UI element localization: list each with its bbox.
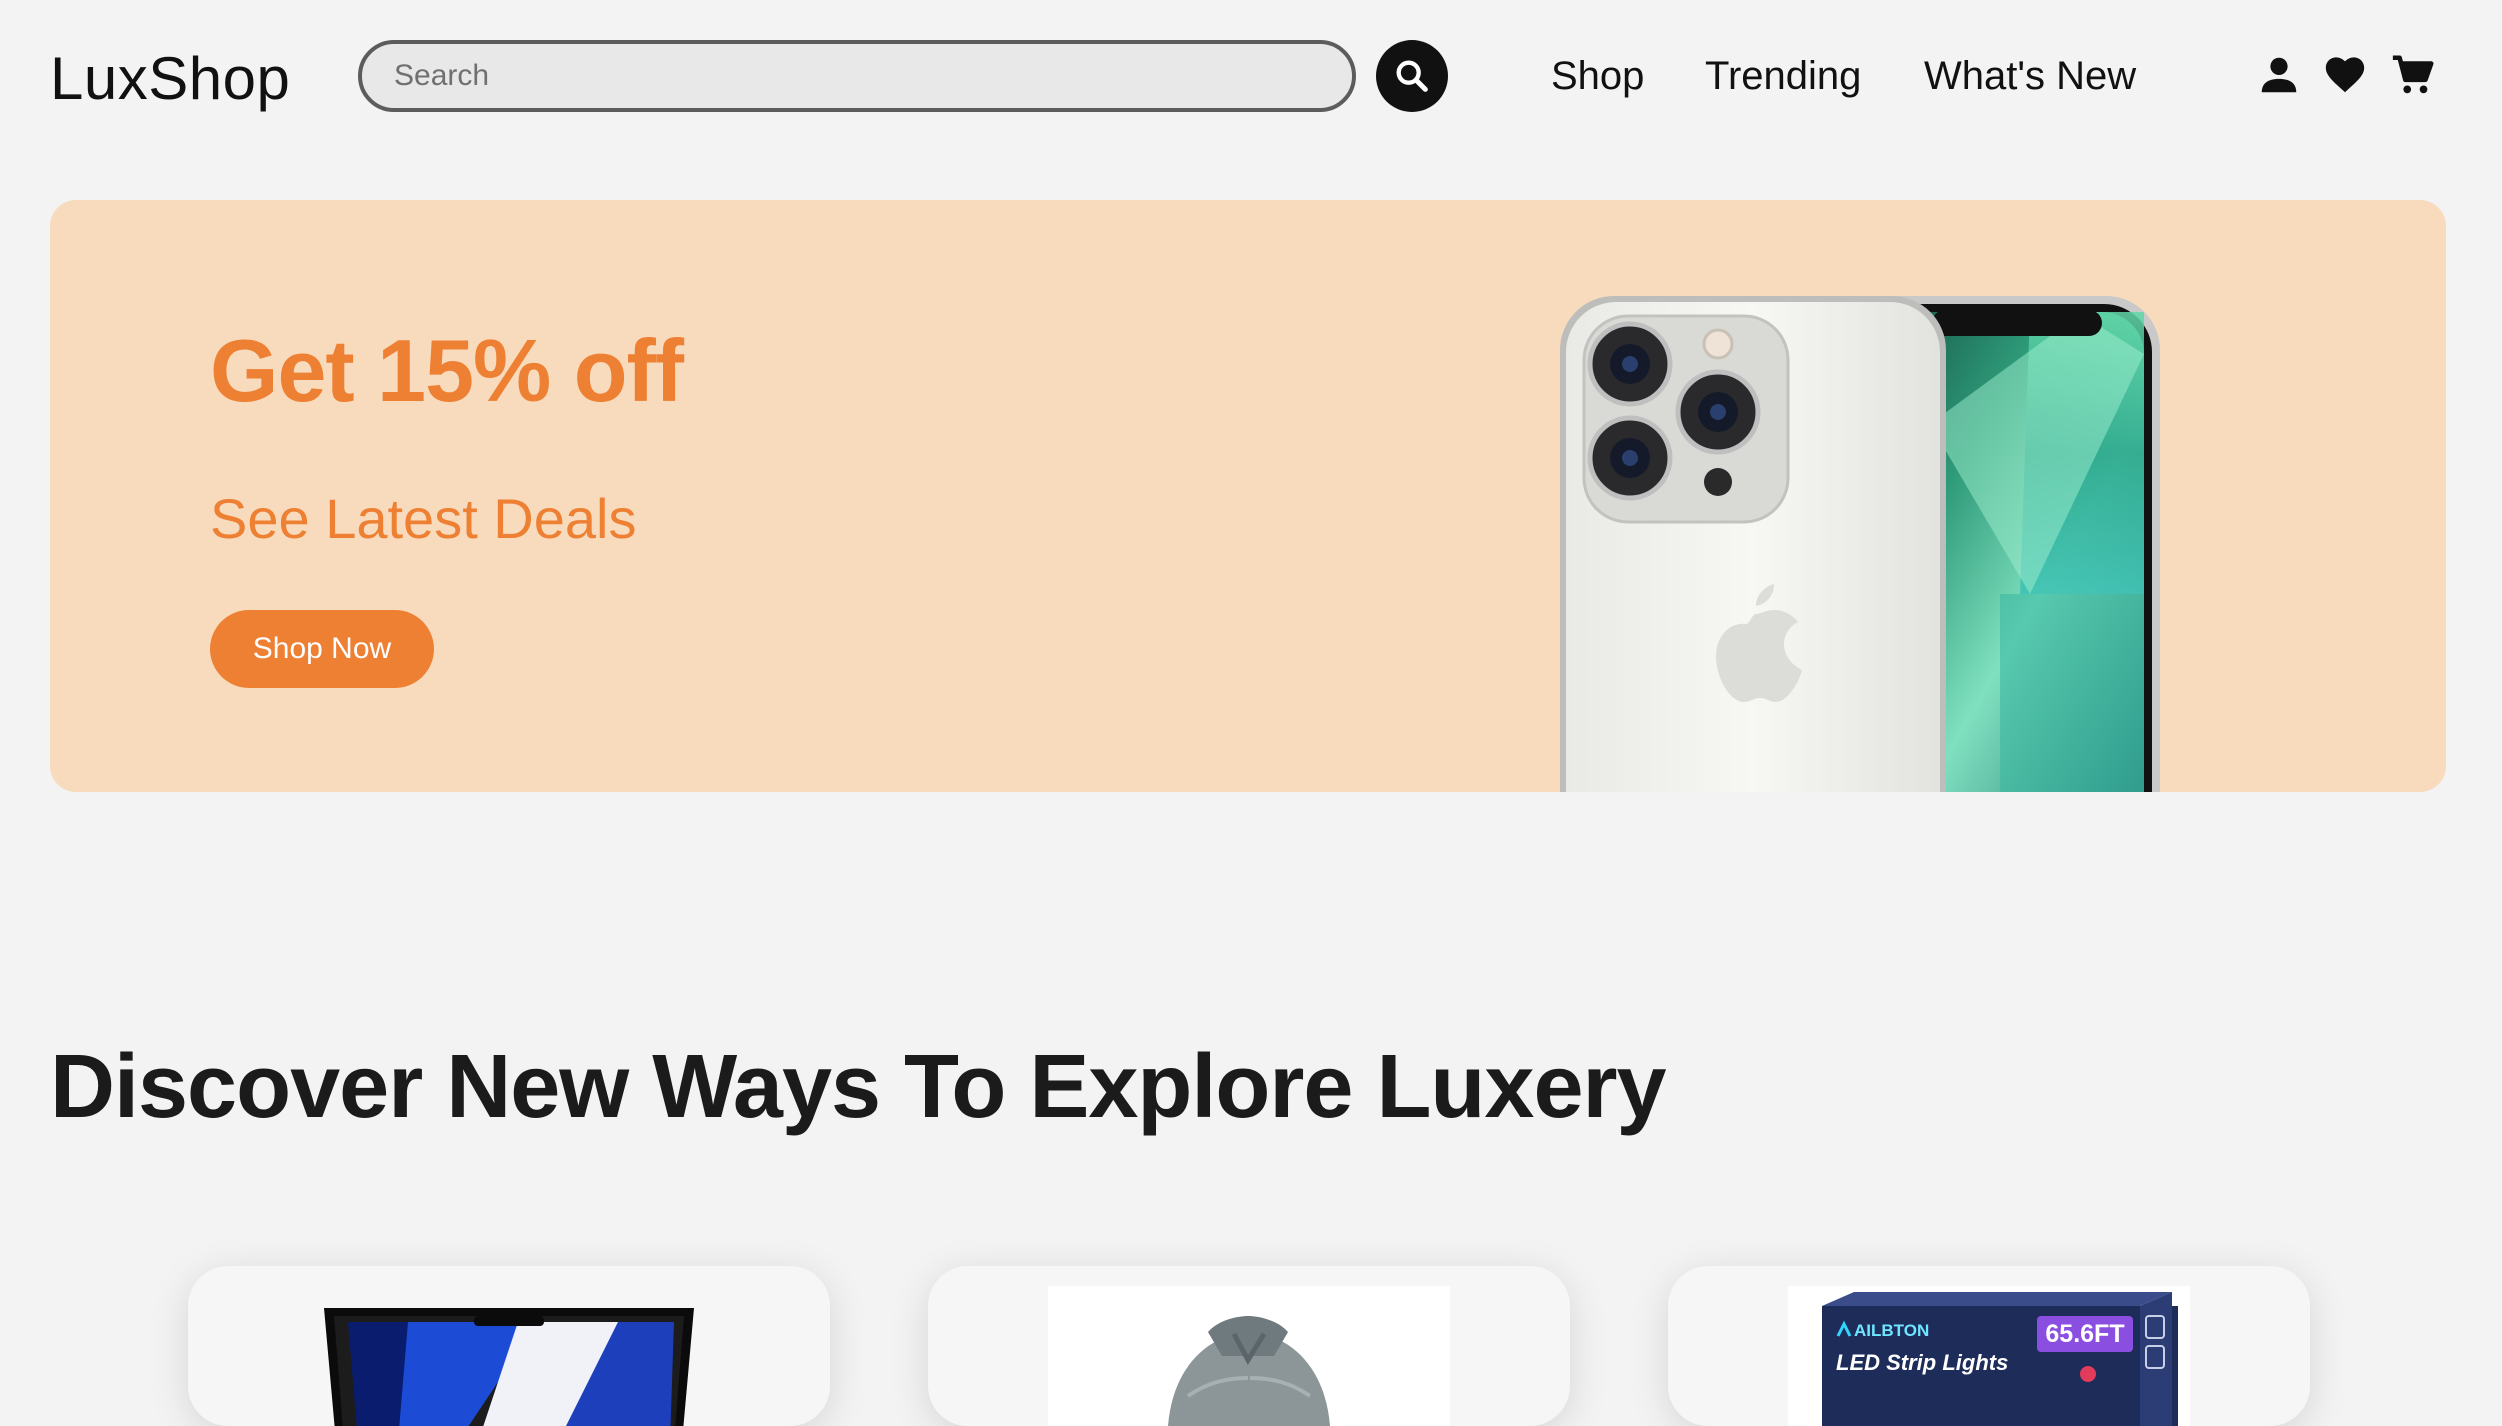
promo-subtitle[interactable]: See Latest Deals — [210, 486, 636, 551]
box-length-label: 65.6FT — [2045, 1320, 2124, 1348]
box-product-label: LED Strip Lights — [1836, 1350, 2008, 1375]
section-heading: Discover New Ways To Explore Luxery — [50, 1037, 1667, 1137]
product-card-led-strip-lights[interactable]: 65.6FT AILBTON LED Strip Lights — [1668, 1266, 2310, 1426]
product-card-laptop[interactable] — [188, 1266, 830, 1426]
cart-icon[interactable] — [2390, 52, 2436, 98]
nav-trending[interactable]: Trending — [1705, 54, 1861, 104]
nav-whats-new[interactable]: What's New — [1924, 54, 2136, 104]
denim-jacket-image — [1048, 1286, 1450, 1426]
search-button[interactable] — [1376, 40, 1448, 112]
laptop-image — [324, 1308, 694, 1426]
search-icon — [1396, 60, 1428, 92]
heart-icon[interactable] — [2322, 52, 2368, 98]
shop-now-button[interactable]: Shop Now — [210, 610, 434, 688]
top-header: LuxShop Shop Trending What's New — [0, 0, 2502, 160]
product-card-denim-jacket[interactable] — [928, 1266, 1570, 1426]
search-input[interactable] — [358, 40, 1356, 112]
led-strip-box-image: 65.6FT AILBTON LED Strip Lights — [1788, 1286, 2190, 1426]
box-brand-label: AILBTON — [1854, 1321, 1929, 1340]
nav-shop[interactable]: Shop — [1551, 54, 1644, 104]
promo-title: Get 15% off — [210, 321, 684, 420]
promo-banner: Get 15% off See Latest Deals Shop Now — [50, 200, 2446, 792]
user-icon[interactable] — [2256, 52, 2302, 98]
smartphone-product-image — [1560, 296, 2160, 792]
site-logo[interactable]: LuxShop — [50, 44, 290, 113]
